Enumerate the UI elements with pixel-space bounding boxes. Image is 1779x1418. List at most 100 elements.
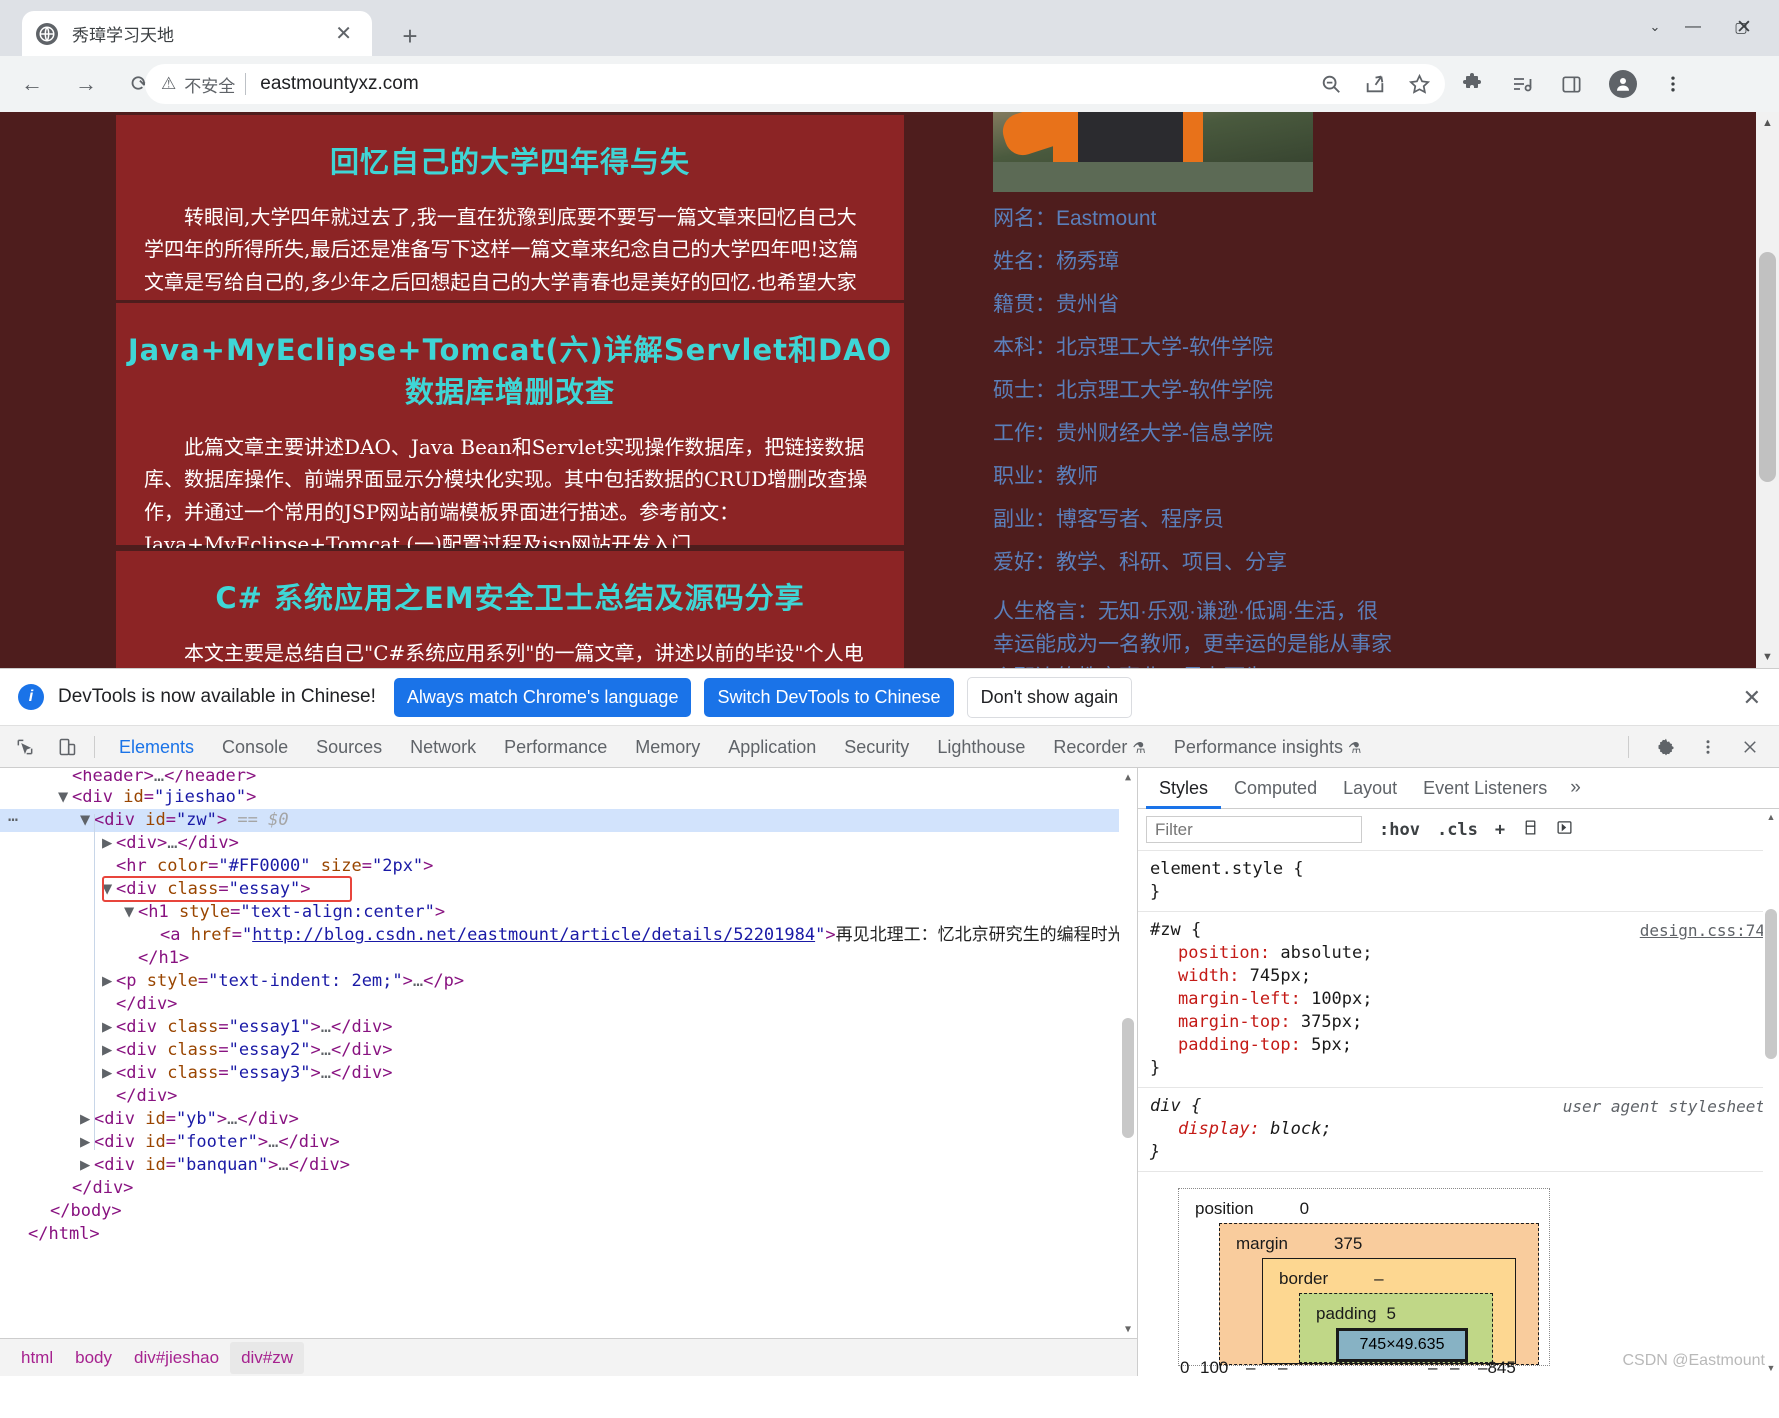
bookmark-star-icon[interactable] [1408,73,1431,96]
scrollbar-thumb[interactable] [1759,252,1776,482]
scroll-down-icon[interactable]: ▼ [1119,1320,1137,1338]
styles-filter-input[interactable] [1146,816,1362,843]
address-bar[interactable]: ⚠ 不安全 eastmountyxz.com [145,64,1445,104]
dom-node-line[interactable]: ▶ <p style="text-indent: 2em;">…</p> [0,970,1119,993]
box-model-position-value[interactable]: 0 [1300,1199,1309,1219]
tab-elements[interactable]: Elements [105,726,208,768]
media-control-icon[interactable] [1510,72,1534,96]
copy-styles-icon[interactable] [1522,819,1539,841]
share-icon[interactable] [1364,73,1386,95]
profile-avatar-icon[interactable] [1609,70,1637,98]
scroll-up-icon[interactable]: ▲ [1763,809,1779,825]
dom-node-line[interactable]: </div> [0,993,1119,1016]
breadcrumb-item-jieshao[interactable]: div#jieshao [123,1342,230,1374]
box-model-border-value[interactable]: – [1374,1269,1383,1289]
disclosure-triangle-icon[interactable]: ▶ [102,970,116,993]
style-prop-width[interactable]: width: 745px; [1150,965,1779,988]
disclosure-triangle-icon[interactable]: ▶ [80,1154,94,1177]
disclosure-triangle-icon[interactable]: ▶ [80,1131,94,1154]
dom-node-line[interactable]: ▶ <div id="banquan">…</div> [0,1154,1119,1177]
dom-node-line[interactable]: </body> [0,1200,1119,1223]
disclosure-triangle-icon[interactable]: ▼ [58,786,72,809]
page-scrollbar[interactable]: ▲ ▼ [1756,112,1779,668]
style-prop-margin-top[interactable]: margin-top: 375px; [1150,1011,1779,1034]
zoom-out-icon[interactable] [1320,73,1342,95]
dom-node-line[interactable]: </h1> [0,947,1119,970]
scroll-down-icon[interactable]: ▼ [1756,646,1779,668]
devtools-close-icon[interactable] [1733,730,1767,764]
dom-tree-scrollbar[interactable]: ▲ ▼ [1119,768,1137,1338]
style-origin-link[interactable]: design.css:74 [1640,921,1765,940]
box-model-position-layer[interactable]: position 0 margin 375 border – padding 5… [1178,1188,1550,1366]
inspect-element-icon[interactable] [8,730,42,764]
disclosure-triangle-icon[interactable]: ▶ [102,832,116,855]
device-toolbar-icon[interactable] [50,730,84,764]
breadcrumb-item-zw[interactable]: div#zw [230,1341,305,1374]
window-close-button[interactable]: ✕ [1719,6,1769,48]
dom-node-line[interactable]: ▶ <div class="essay3">…</div> [0,1062,1119,1085]
breadcrumb-item-html[interactable]: html [10,1342,64,1374]
tab-lighthouse[interactable]: Lighthouse [923,726,1039,768]
dont-show-again-button[interactable]: Don't show again [966,676,1133,718]
box-model-padding-value[interactable]: 5 [1387,1304,1396,1324]
tab-layout[interactable]: Layout [1330,768,1410,809]
disclosure-triangle-icon[interactable]: ▼ [124,901,138,924]
dom-node-line[interactable]: </div> [0,1177,1119,1200]
tab-memory[interactable]: Memory [621,726,714,768]
box-model-padding-layer[interactable]: padding 5 745×49.635 [1299,1293,1493,1363]
tab-performance-insights[interactable]: Performance insights ⚗ [1160,726,1376,768]
tab-styles[interactable]: Styles [1146,768,1221,809]
article-title[interactable]: Java+MyEclipse+Tomcat(六)详解Servlet和DAO数据库… [116,303,904,417]
box-model-margin-value[interactable]: 375 [1334,1234,1362,1254]
box-model-border-layer[interactable]: border – padding 5 745×49.635 [1262,1258,1516,1364]
dom-node-line[interactable]: ▶ <div>…</div> [0,832,1119,855]
dom-node-line[interactable]: ⋯ ▼ <div id="zw"> == $0 [0,809,1119,832]
toggle-sidebar-icon[interactable] [1556,819,1573,841]
scroll-down-icon[interactable]: ▼ [1763,1360,1779,1376]
close-icon[interactable]: ✕ [1743,685,1761,711]
dom-tree[interactable]: <header>…</header> ▼ <div id="jieshao"> ⋯ ▼ <… [0,768,1137,1338]
dom-node-line[interactable]: ▶ <div id="yb">…</div> [0,1108,1119,1131]
style-rule-div-ua[interactable]: div { user agent stylesheet display: blo… [1138,1088,1779,1172]
style-prop-display[interactable]: display: block; [1150,1118,1779,1141]
chevron-right-more-icon[interactable]: » [1560,777,1591,799]
dom-node-line[interactable]: ▼ <div class="essay"> [0,878,1119,901]
disclosure-triangle-icon[interactable]: ▼ [102,878,116,901]
tab-recorder[interactable]: Recorder ⚗ [1039,726,1159,768]
chrome-menu-icon[interactable] [1663,73,1683,95]
dom-node-line[interactable]: <header>…</header> [0,770,1119,786]
tab-network[interactable]: Network [396,726,490,768]
article-title[interactable]: C# 系统应用之EM安全卫士总结及源码分享 [116,551,904,623]
tab-application[interactable]: Application [714,726,830,768]
tab-sources[interactable]: Sources [302,726,396,768]
dom-node-line[interactable]: </div> [0,1085,1119,1108]
new-tab-button[interactable]: + [392,18,428,54]
scrollbar-thumb[interactable] [1765,909,1777,1059]
hov-toggle[interactable]: :hov [1379,820,1420,840]
back-button[interactable]: ← [10,62,54,106]
dom-node-line[interactable]: ▶ <div id="footer">…</div> [0,1131,1119,1154]
style-prop-position[interactable]: position: absolute; [1150,942,1779,965]
style-origin[interactable]: design.css:74 [1640,919,1765,942]
dom-node-line[interactable]: ▼ <h1 style="text-align:center"> [0,901,1119,924]
dom-node-line[interactable]: ▶ <div class="essay2">…</div> [0,1039,1119,1062]
dom-node-line[interactable]: ▶ <div class="essay1">…</div> [0,1016,1119,1039]
tab-security[interactable]: Security [830,726,923,768]
dom-node-line[interactable]: ▼ <div id="jieshao"> [0,786,1119,809]
disclosure-triangle-icon[interactable]: ▶ [102,1062,116,1085]
scroll-up-icon[interactable]: ▲ [1756,112,1779,134]
tab-event-listeners[interactable]: Event Listeners [1410,768,1560,809]
close-icon[interactable]: ✕ [329,24,358,44]
style-prop-margin-left[interactable]: margin-left: 100px; [1150,988,1779,1011]
browser-tab[interactable]: 秀璋学习天地 ✕ [22,11,372,56]
style-rule-element-style[interactable]: element.style { } [1138,851,1779,912]
scrollbar-thumb[interactable] [1122,1018,1134,1138]
devtools-more-icon[interactable] [1691,730,1725,764]
article-title[interactable]: 回忆自己的大学四年得与失 [116,115,904,187]
style-rule-zw[interactable]: #zw { design.css:74 position: absolute; … [1138,912,1779,1088]
dom-node-line[interactable]: </html> [0,1223,1119,1246]
side-panel-icon[interactable] [1560,73,1583,96]
box-model-content-box[interactable]: 745×49.635 [1336,1328,1468,1362]
box-model-margin-layer[interactable]: margin 375 border – padding 5 745×49.635 [1219,1223,1539,1365]
breadcrumb-item-body[interactable]: body [64,1342,123,1374]
